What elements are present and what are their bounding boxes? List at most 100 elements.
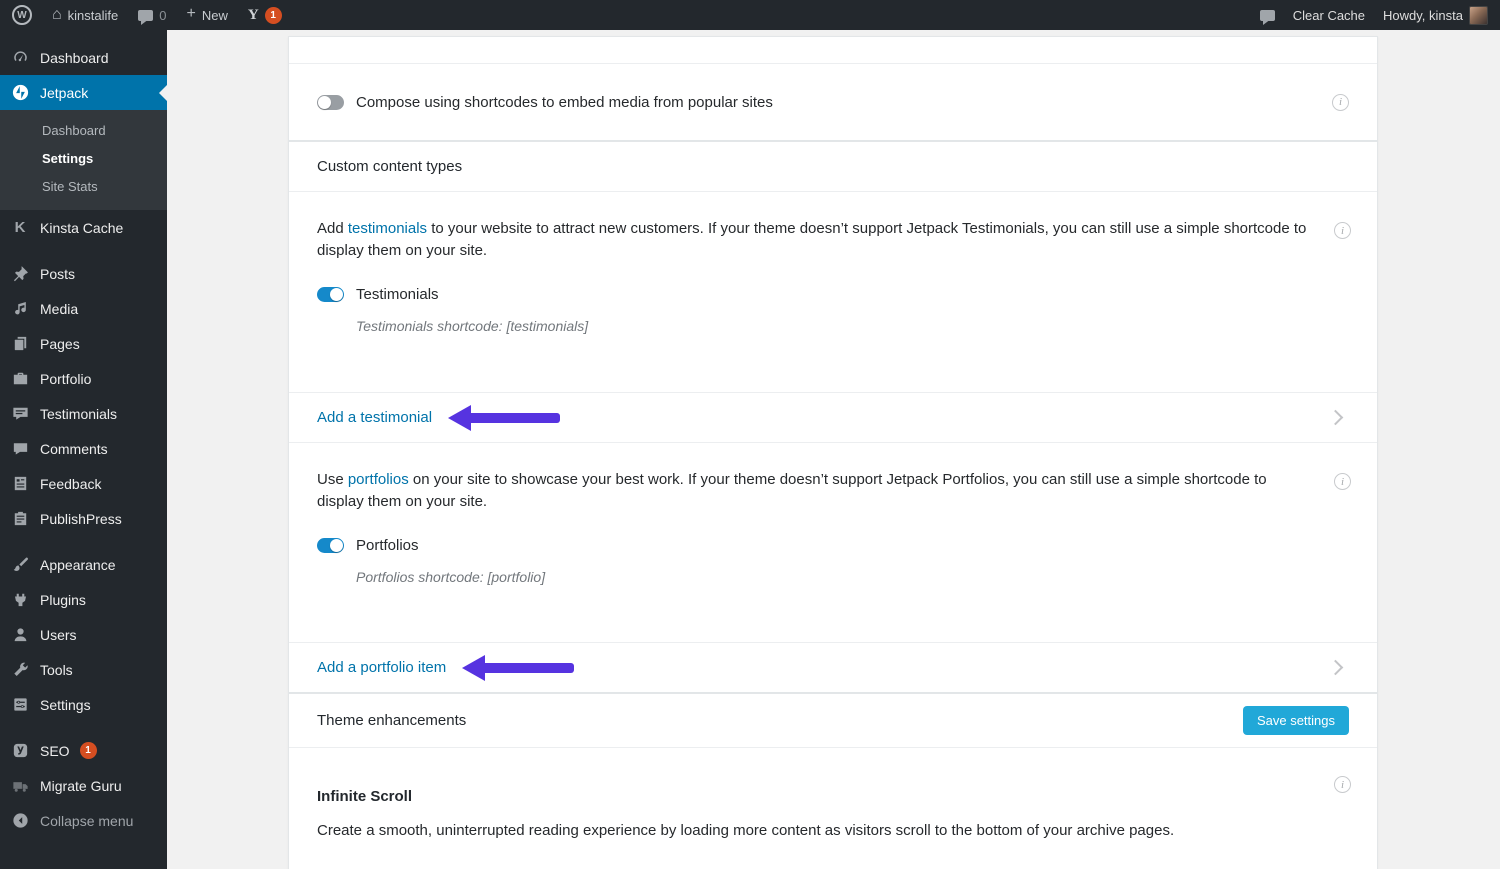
sidebar-item-label: Plugins [40,592,86,608]
info-icon[interactable]: i [1332,94,1349,111]
seo-notification-badge: 1 [80,742,97,759]
sidebar-item-users[interactable]: Users [0,617,167,652]
portfolios-section: Use portfolios on your site to showcase … [289,442,1377,642]
card-title: Theme enhancements [317,712,466,729]
shortcodes-toggle-label: Compose using shortcodes to embed media … [356,94,773,111]
infinite-scroll-section: Infinite Scroll Create a smooth, uninter… [289,748,1377,869]
portfolios-toggle-label: Portfolios [356,537,419,554]
add-portfolio-item-link[interactable]: Add a portfolio item [317,659,446,676]
testimonials-link[interactable]: testimonials [348,220,427,237]
save-settings-button[interactable]: Save settings [1243,706,1349,735]
shortcodes-toggle[interactable] [317,95,344,110]
sidebar-item-portfolio[interactable]: Portfolio [0,361,167,396]
comment-bubble-icon [138,10,153,21]
testimonials-description: Add testimonials to your website to attr… [317,218,1307,262]
add-testimonial-row: Add a testimonial [289,392,1377,442]
description-text: on your site to showcase your best work.… [317,471,1267,510]
chevron-right-icon[interactable] [1328,410,1344,426]
site-name-link[interactable]: ⌂ kinstalife [52,7,118,23]
sidebar-item-label: Feedback [40,476,101,492]
sidebar-item-publishpress[interactable]: PublishPress [0,501,167,536]
new-content-menu[interactable]: + New [186,8,227,23]
feedback-form-icon [10,474,30,493]
paintbrush-icon [10,555,30,574]
sidebar-item-media[interactable]: Media [0,291,167,326]
sidebar-item-tools[interactable]: Tools [0,652,167,687]
sidebar-item-label: Settings [40,697,91,713]
sidebar-item-settings[interactable]: Settings [0,687,167,722]
kinsta-icon: K [10,219,30,236]
dashboard-icon [10,48,30,67]
add-testimonial-link[interactable]: Add a testimonial [317,409,432,426]
feedback-bubble-menu[interactable] [1260,10,1275,21]
sidebar-item-label: Media [40,301,78,317]
comments-adminbar-link[interactable]: 0 [138,8,166,23]
submenu-item-jetpack-settings[interactable]: Settings [0,144,167,172]
sidebar-item-posts[interactable]: Posts [0,256,167,291]
testimonial-bubble-icon [10,404,30,423]
sidebar-item-label: Migrate Guru [40,778,122,794]
sidebar-item-label: Collapse menu [40,813,133,829]
sidebar-item-label: Pages [40,336,80,352]
sidebar-item-label: Comments [40,441,108,457]
submenu-label: Site Stats [42,179,98,194]
sidebar-item-seo[interactable]: SEO 1 [0,733,167,768]
sidebar-item-label: Jetpack [40,85,88,101]
sidebar-item-feedback[interactable]: Feedback [0,466,167,501]
annotation-arrow-left [462,655,574,681]
briefcase-icon [10,369,30,388]
sidebar-item-label: Dashboard [40,50,109,66]
theme-enhancements-card: Theme enhancements Save settings Infinit… [288,693,1378,869]
my-account-menu[interactable]: Howdy, kinsta [1383,6,1488,25]
sidebar-item-plugins[interactable]: Plugins [0,582,167,617]
main-content: Compose using shortcodes to embed media … [167,30,1500,869]
testimonials-toggle[interactable] [317,287,344,302]
sidebar-item-pages[interactable]: Pages [0,326,167,361]
sidebar-item-appearance[interactable]: Appearance [0,547,167,582]
portfolios-toggle[interactable] [317,538,344,553]
sidebar-item-jetpack[interactable]: Jetpack [0,75,167,110]
info-icon[interactable]: i [1334,222,1351,239]
pushpin-icon [10,264,30,283]
sidebar-item-label: PublishPress [40,511,122,527]
composing-card-cut-row [289,37,1377,64]
speech-bubble-icon [1260,10,1275,21]
submenu-label: Settings [42,151,93,166]
portfolios-link[interactable]: portfolios [348,471,409,488]
yoast-adminbar-menu[interactable]: Y 1 [248,7,282,24]
submenu-item-jetpack-dashboard[interactable]: Dashboard [0,116,167,144]
clear-cache-button[interactable]: Clear Cache [1293,8,1365,23]
chevron-right-icon[interactable] [1328,660,1344,676]
composing-card: Compose using shortcodes to embed media … [288,36,1378,141]
sidebar-item-label: Users [40,627,77,643]
pages-icon [10,334,30,353]
infinite-scroll-title: Infinite Scroll [317,788,1349,805]
description-text: Add [317,220,348,237]
sidebar-item-migrate-guru[interactable]: Migrate Guru [0,768,167,803]
testimonials-section: Add testimonials to your website to attr… [289,192,1377,392]
sidebar-item-comments[interactable]: Comments [0,431,167,466]
new-label: New [202,8,228,23]
add-portfolio-row: Add a portfolio item [289,642,1377,692]
truck-icon [10,776,30,795]
sidebar-item-kinsta-cache[interactable]: K Kinsta Cache [0,210,167,245]
submenu-item-jetpack-site-stats[interactable]: Site Stats [0,172,167,200]
testimonials-toggle-label: Testimonials [356,286,439,303]
card-title: Custom content types [289,142,1377,192]
wrench-icon [10,660,30,679]
jetpack-icon [10,83,30,102]
description-text: to your website to attract new customers… [317,220,1306,259]
sidebar-item-label: Portfolio [40,371,91,387]
infinite-scroll-description: Create a smooth, uninterrupted reading e… [317,822,1349,839]
sidebar-item-collapse-menu[interactable]: Collapse menu [0,803,167,838]
info-icon[interactable]: i [1334,473,1351,490]
sidebar-item-testimonials[interactable]: Testimonials [0,396,167,431]
sidebar-item-dashboard[interactable]: Dashboard [0,40,167,75]
yoast-seo-icon [10,741,30,760]
sidebar-item-label: Appearance [40,557,116,573]
wordpress-logo-menu[interactable]: W [12,5,32,25]
sliders-icon [10,695,30,714]
admin-bar: W ⌂ kinstalife 0 + New Y 1 Clear Cache H… [0,0,1500,30]
yoast-icon: Y [248,7,259,24]
info-icon[interactable]: i [1334,776,1351,793]
